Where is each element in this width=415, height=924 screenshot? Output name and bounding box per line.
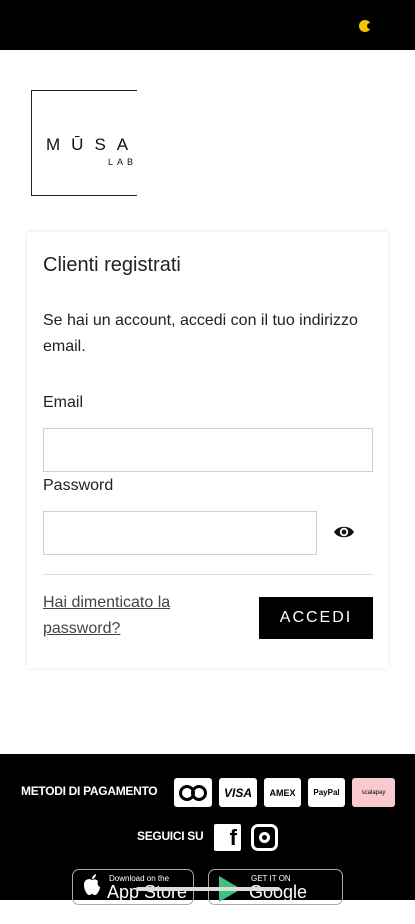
scalapay-icon: scalapay (352, 778, 395, 807)
follow-us-label: SEGUICI SU (137, 829, 204, 843)
email-label: Email (43, 394, 84, 411)
password-field[interactable] (43, 511, 317, 555)
password-label: Password (43, 477, 114, 494)
amex-icon: AMEX (264, 778, 301, 807)
gesture-bar (136, 887, 280, 891)
divider (43, 574, 373, 575)
status-bar (0, 0, 415, 50)
forgot-password-link[interactable]: Hai dimenticato la password? (43, 590, 233, 642)
visa-icon: VISA (219, 778, 257, 807)
login-card: Clienti registrati Se hai un account, ac… (27, 232, 388, 668)
logo-subtitle: LAB (108, 157, 137, 167)
logo-wordmark: MŪSA (46, 135, 137, 154)
instagram-icon[interactable] (251, 824, 278, 851)
mastercard-icon (174, 778, 212, 807)
paypal-icon: PayPal (308, 778, 345, 807)
facebook-icon[interactable]: f (214, 824, 241, 851)
login-title: Clienti registrati (43, 254, 181, 276)
login-button[interactable]: ACCEDI (259, 597, 373, 639)
payment-methods-label: METODI DI PAGAMENTO (21, 784, 158, 798)
email-field[interactable] (43, 428, 373, 472)
brand-logo[interactable]: MŪSA LAB (31, 90, 137, 196)
apple-icon (84, 874, 100, 895)
login-description: Se hai un account, accedi con il tuo ind… (43, 312, 358, 355)
status-indicator-icon (359, 20, 373, 32)
show-password-icon[interactable] (333, 524, 355, 540)
footer: METODI DI PAGAMENTO VISA AMEX PayPal sca… (0, 754, 415, 923)
